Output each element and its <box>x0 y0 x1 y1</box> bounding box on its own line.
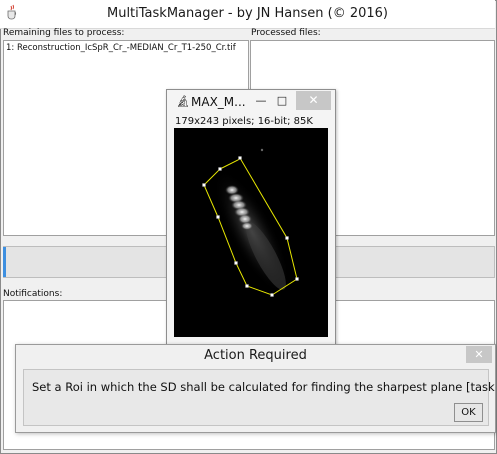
maximize-button[interactable]: □ <box>274 93 290 109</box>
roi-handle[interactable] <box>216 215 220 219</box>
dialog-body <box>23 369 489 426</box>
roi-handle[interactable] <box>238 156 242 160</box>
dialog-title: Action Required <box>204 348 307 363</box>
roi-handle[interactable] <box>295 277 299 281</box>
notifications-label: Notifications: <box>3 289 63 299</box>
roi-handle[interactable] <box>285 236 289 240</box>
roi-handle[interactable] <box>270 293 274 297</box>
processed-files-label: Processed files: <box>251 28 321 38</box>
image-window-title: MAX_M... <box>191 95 246 109</box>
roi-handle[interactable] <box>202 183 206 187</box>
roi-handle[interactable] <box>245 284 249 288</box>
progress-indicator <box>3 247 6 277</box>
minimize-button[interactable]: — <box>253 93 269 109</box>
close-button[interactable]: ✕ <box>296 91 331 110</box>
ok-button[interactable]: OK <box>454 403 483 422</box>
image-canvas[interactable] <box>174 128 328 337</box>
roi-handle[interactable] <box>234 261 238 265</box>
cell-specimen <box>213 148 291 295</box>
list-item[interactable]: 1: Reconstruction_IcSpR_Cr_-MEDIAN_Cr_T1… <box>4 41 248 53</box>
image-info: 179x243 pixels; 16-bit; 85K <box>175 116 313 127</box>
dialog-message: Set a Roi in which the SD shall be calcu… <box>32 380 497 394</box>
roi-handle[interactable] <box>218 167 222 171</box>
microscope-icon: 🔬︎ <box>176 95 190 108</box>
window-title: MultiTaskManager - by JN Hansen (© 2016) <box>106 6 389 21</box>
dialog-close-button[interactable]: ✕ <box>466 346 492 363</box>
remaining-files-label: Remaining files to process: <box>3 28 125 38</box>
